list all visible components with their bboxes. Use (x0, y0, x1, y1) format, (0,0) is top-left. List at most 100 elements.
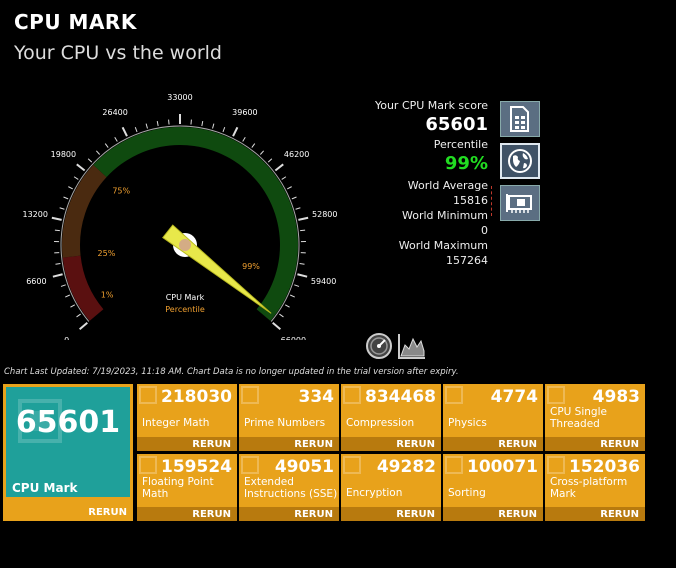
gauge-minor-tick (95, 150, 101, 155)
rerun-button[interactable]: RERUN (294, 439, 333, 450)
percentile-value: 99% (444, 153, 488, 174)
test-score: 834468 (365, 387, 436, 407)
gauge-minor-tick (279, 313, 284, 318)
gauge-minor-tick (300, 229, 306, 232)
world-minimum-label: World Minimum (402, 209, 488, 222)
document-view-button[interactable] (500, 101, 540, 137)
gauge-minor-tick (73, 176, 79, 180)
gauge-tick-label: 19800 (51, 150, 76, 159)
gauge-tick-label: 26400 (102, 108, 127, 117)
world-average-label: World Average (407, 179, 488, 192)
cpu-mark-panel: 65601 CPU Mark (6, 387, 130, 497)
globe-icon (508, 149, 532, 173)
gauge-tick-label: 13200 (23, 210, 48, 219)
gauge-minor-tick (145, 123, 148, 129)
world-average-value: 15816 (453, 194, 488, 207)
test-icon (139, 386, 157, 404)
gauge-center-label: CPU Mark (166, 293, 205, 302)
gauge-minor-tick (267, 158, 273, 163)
gauge-minor-tick (212, 123, 215, 129)
speedometer-icon[interactable] (364, 331, 394, 361)
rerun-button[interactable]: RERUN (294, 509, 333, 520)
test-tile-cpu-single-threaded[interactable]: 4983 CPU Single Threaded RERUN (545, 384, 645, 451)
gauge-minor-tick (259, 150, 265, 155)
cpu-mark-score: 65601 (15, 405, 121, 440)
gauge-minor-tick (134, 127, 138, 133)
needle-center (179, 239, 191, 251)
gauge-band-mid (62, 164, 107, 258)
gauge-tick-label: 52800 (312, 210, 337, 219)
gauge-major-tick (52, 273, 63, 278)
gauge-minor-tick (201, 120, 204, 127)
gauge-tick-label: 6600 (26, 277, 46, 286)
page-subtitle: Your CPU vs the world (14, 42, 222, 64)
gauge-minor-tick (281, 176, 287, 180)
divider (491, 186, 493, 216)
rerun-button[interactable]: RERUN (498, 439, 537, 450)
test-icon (343, 386, 361, 404)
gauge-major-tick (274, 163, 284, 172)
gauge-major-tick (51, 216, 62, 221)
test-tile-integer-math[interactable]: 218030 Integer Math RERUN (137, 384, 237, 451)
gauge-minor-tick (294, 284, 300, 287)
test-score: 152036 (569, 457, 640, 477)
test-tile-cross-platform-mark[interactable]: 152036 Cross-platform Mark RERUN (545, 454, 645, 521)
test-score: 49051 (274, 457, 334, 477)
cpu-mark-rerun-button[interactable]: RERUN (88, 507, 127, 518)
rerun-button[interactable]: RERUN (192, 439, 231, 450)
gauge-minor-tick (55, 263, 61, 265)
rerun-button[interactable]: RERUN (498, 509, 537, 520)
gauge-minor-tick (156, 120, 159, 127)
gauge-major-tick (79, 322, 88, 330)
gauge-minor-tick (114, 136, 118, 142)
test-tile-physics[interactable]: 4774 Physics RERUN (443, 384, 543, 451)
score-label: Your CPU Mark score (374, 99, 488, 112)
test-icon (241, 456, 259, 474)
gauge-major-tick (272, 322, 281, 330)
cpu-mark-tile[interactable]: 65601 CPU Mark RERUN (3, 384, 133, 521)
test-tile-compression[interactable]: 834468 Compression RERUN (341, 384, 441, 451)
test-icon (547, 386, 565, 404)
test-tile-sorting[interactable]: 100071 Sorting RERUN (443, 454, 543, 521)
gauge-tick-label: 46200 (284, 150, 309, 159)
gauge-minor-tick (87, 158, 93, 163)
percentile-label: Percentile (433, 138, 488, 151)
document-icon (510, 106, 529, 132)
gauge-percentile-label: 99% (242, 262, 260, 271)
test-tile-extended-instructions[interactable]: 49051 Extended Instructions (SSE) RERUN (239, 454, 339, 521)
hardware-view-button[interactable] (500, 185, 540, 221)
test-name: Extended Instructions (SSE) (244, 476, 338, 500)
gauge-tick-label: 39600 (232, 108, 257, 117)
test-tile-encryption[interactable]: 49282 Encryption RERUN (341, 454, 441, 521)
hardware-card-icon (506, 194, 532, 213)
test-score: 218030 (161, 387, 232, 407)
test-name: Encryption (346, 487, 403, 499)
test-name: Cross-platform Mark (550, 476, 628, 500)
gauge-major-tick (297, 273, 308, 278)
world-maximum-label: World Maximum (398, 239, 488, 252)
test-name: Floating Point Math (142, 476, 214, 500)
gauge-minor-tick (299, 263, 305, 265)
test-tile-floating-point-math[interactable]: 159524 Floating Point Math RERUN (137, 454, 237, 521)
rerun-button[interactable]: RERUN (192, 509, 231, 520)
test-tile-prime-numbers[interactable]: 334 Prime Numbers RERUN (239, 384, 339, 451)
test-name: Sorting (448, 487, 486, 499)
page-title: CPU MARK (14, 10, 137, 34)
rerun-button[interactable]: RERUN (600, 509, 639, 520)
world-view-button[interactable] (500, 143, 540, 179)
gauge-minor-tick (54, 229, 60, 232)
gauge-percentile-label: 75% (112, 187, 130, 196)
test-icon (241, 386, 259, 404)
gauge-minor-tick (59, 207, 65, 210)
cpu-mark-label: CPU Mark (12, 481, 78, 495)
gauge-percentile-label: 1% (101, 290, 114, 299)
rerun-button[interactable]: RERUN (600, 439, 639, 450)
gauge-major-tick (76, 163, 86, 172)
test-name: CPU Single Threaded (550, 406, 607, 430)
gauge-tick-label: 0 (64, 336, 69, 340)
gauge-minor-tick (70, 304, 76, 308)
chart-icon[interactable] (397, 331, 427, 361)
gauge-major-tick (121, 126, 128, 137)
rerun-button[interactable]: RERUN (396, 439, 435, 450)
rerun-button[interactable]: RERUN (396, 509, 435, 520)
